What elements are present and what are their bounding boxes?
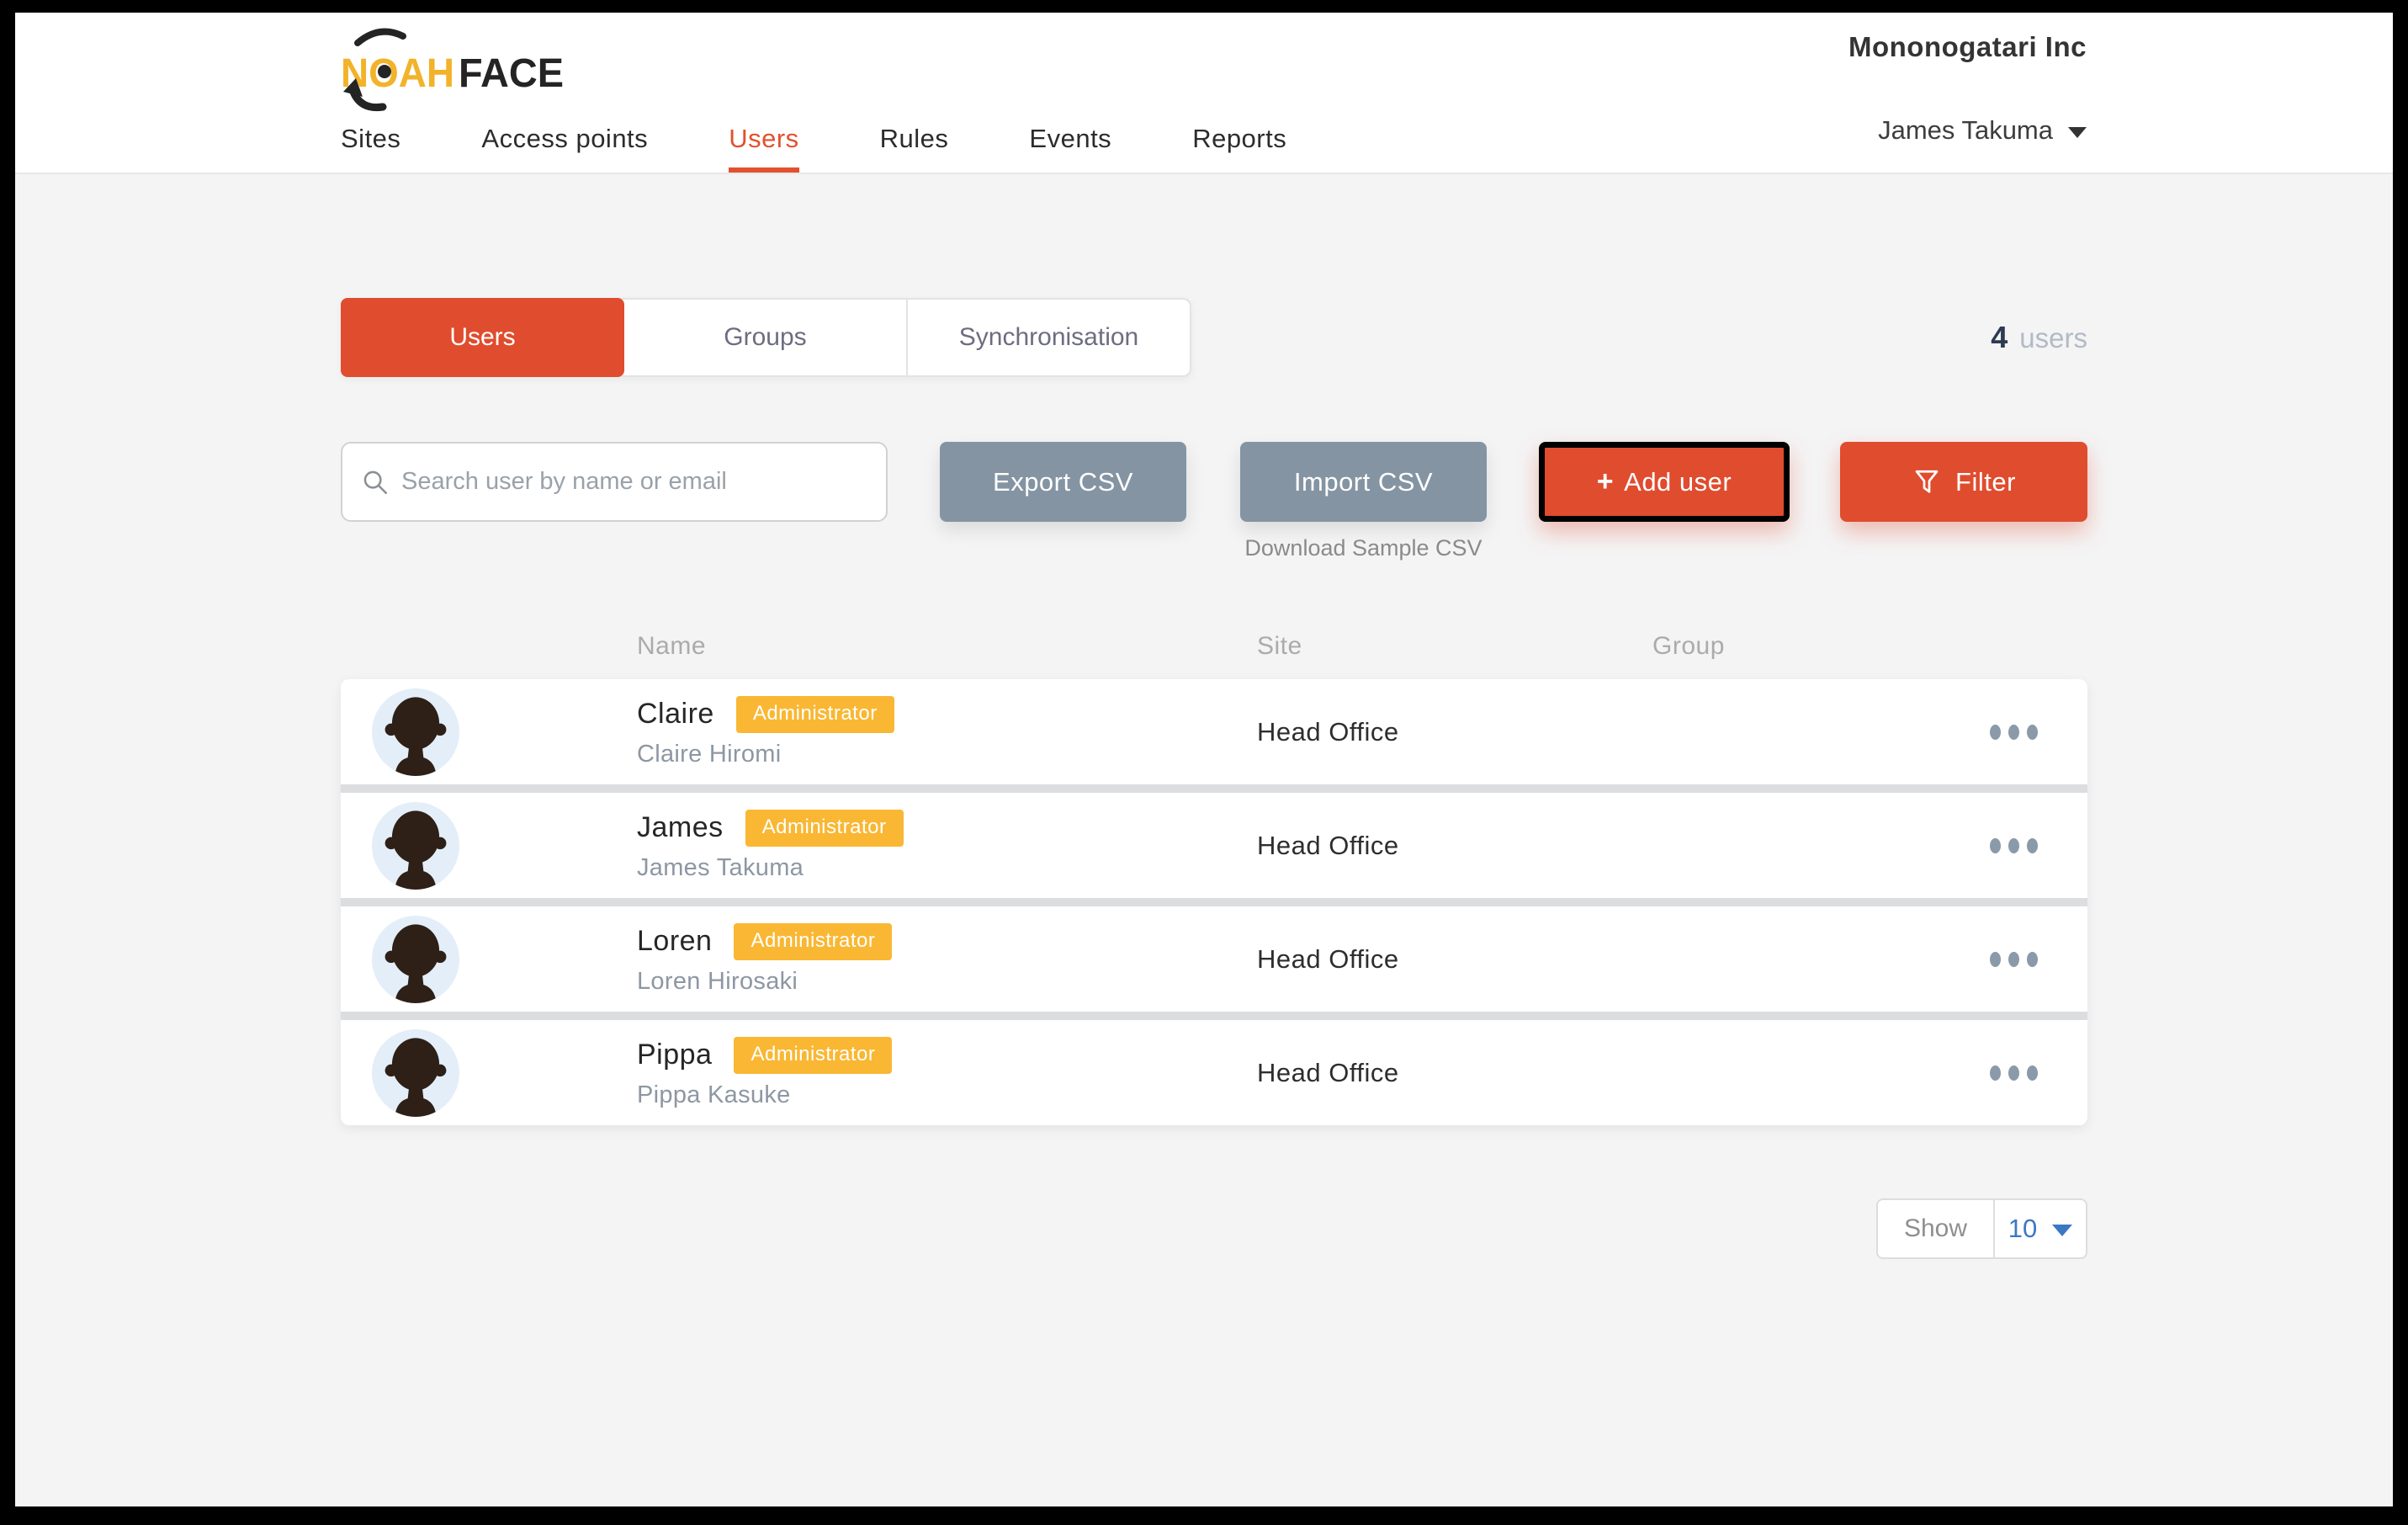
nav-item-events[interactable]: Events <box>1029 124 1111 173</box>
import-csv-button[interactable]: Import CSV <box>1240 442 1487 522</box>
ellipsis-dot <box>1990 1065 2001 1081</box>
user-count-unit: users <box>2019 322 2087 354</box>
user-first-name: Pippa <box>637 1039 712 1071</box>
administrator-badge: Administrator <box>736 696 894 733</box>
user-site: Head Office <box>1257 944 1399 975</box>
company-name: Mononogatari Inc <box>1848 31 2087 63</box>
search-icon <box>361 468 390 497</box>
user-name-cell: Pippa Administrator Pippa Kasuke <box>637 1037 892 1109</box>
administrator-badge: Administrator <box>745 810 904 847</box>
top-header: NOAH FACE Sites Access points Users Rule… <box>15 13 2393 174</box>
ellipsis-dot <box>2027 1065 2038 1081</box>
import-csv-group: Import CSV Download Sample CSV <box>1240 442 1487 561</box>
ellipsis-dot <box>2027 952 2038 967</box>
ellipsis-dot <box>2008 838 2019 853</box>
row-actions-button[interactable] <box>1990 838 2038 853</box>
ellipsis-dot <box>2008 725 2019 740</box>
ellipsis-dot <box>2027 725 2038 740</box>
ellipsis-dot <box>2008 1065 2019 1081</box>
tab-synchronisation[interactable]: Synchronisation <box>906 300 1190 375</box>
nav-item-users[interactable]: Users <box>729 124 798 173</box>
chevron-down-icon <box>2068 127 2087 138</box>
pagination: Show 10 <box>341 1198 2087 1259</box>
avatar <box>372 688 459 776</box>
ellipsis-dot <box>2008 952 2019 967</box>
table-row[interactable]: James Administrator James Takuma Head Of… <box>341 784 2087 898</box>
row-actions-button[interactable] <box>1990 1065 2038 1081</box>
avatar <box>372 802 459 890</box>
table-row[interactable]: Loren Administrator Loren Hirosaki Head … <box>341 898 2087 1012</box>
user-full-name: Loren Hirosaki <box>637 968 892 996</box>
noahface-logo[interactable]: NOAH FACE <box>341 21 576 122</box>
user-name-cell: Loren Administrator Loren Hirosaki <box>637 923 892 996</box>
users-table: Claire Administrator Claire Hiromi Head … <box>341 679 2087 1125</box>
user-full-name: Claire Hiromi <box>637 741 894 768</box>
tab-groups[interactable]: Groups <box>624 300 906 375</box>
ellipsis-dot <box>1990 725 2001 740</box>
filter-label: Filter <box>1955 467 2016 497</box>
user-site: Head Office <box>1257 1058 1399 1088</box>
user-name-cell: Claire Administrator Claire Hiromi <box>637 696 894 768</box>
main-nav: Sites Access points Users Rules Events R… <box>341 124 1286 173</box>
administrator-badge: Administrator <box>734 923 892 960</box>
column-header-group: Group <box>1652 632 1725 661</box>
user-full-name: James Takuma <box>637 854 904 882</box>
user-name-cell: James Administrator James Takuma <box>637 810 904 882</box>
user-count-number: 4 <box>1991 320 2008 355</box>
search-input[interactable] <box>401 468 867 496</box>
export-csv-button[interactable]: Export CSV <box>940 442 1186 522</box>
column-header-name: Name <box>637 632 706 661</box>
show-label: Show <box>1876 1198 1995 1259</box>
add-user-button[interactable]: + Add user <box>1539 442 1790 522</box>
avatar <box>372 1029 459 1117</box>
filter-funnel-icon <box>1912 466 1942 498</box>
user-site: Head Office <box>1257 717 1399 747</box>
nav-item-access-points[interactable]: Access points <box>481 124 648 173</box>
ellipsis-dot <box>1990 952 2001 967</box>
chevron-down-icon <box>2052 1225 2072 1236</box>
tab-users[interactable]: Users <box>341 298 624 377</box>
user-count: 4 users <box>1991 320 2087 355</box>
ellipsis-dot <box>1990 838 2001 853</box>
download-sample-csv-link[interactable]: Download Sample CSV <box>1244 535 1482 561</box>
search-box <box>341 442 888 522</box>
table-header-row: Name Site Group <box>341 632 2087 666</box>
nav-item-reports[interactable]: Reports <box>1192 124 1286 173</box>
ellipsis-dot <box>2027 838 2038 853</box>
user-full-name: Pippa Kasuke <box>637 1081 892 1109</box>
logo-eye-dot <box>378 65 391 78</box>
avatar <box>372 916 459 1003</box>
user-first-name: James <box>637 811 724 844</box>
row-actions-button[interactable] <box>1990 952 2038 967</box>
svg-text:FACE: FACE <box>459 51 564 96</box>
view-tabs: Users Groups Synchronisation <box>341 298 1191 377</box>
main-content: Users Groups Synchronisation 4 users Exp… <box>341 298 2087 1259</box>
table-row[interactable]: Pippa Administrator Pippa Kasuke Head Of… <box>341 1012 2087 1125</box>
page-size-select[interactable]: 10 <box>1995 1198 2087 1259</box>
nav-item-rules[interactable]: Rules <box>880 124 949 173</box>
add-user-label: Add user <box>1624 467 1732 497</box>
user-first-name: Loren <box>637 925 712 958</box>
noahface-logo-graphic: NOAH FACE <box>341 21 576 122</box>
app-window: NOAH FACE Sites Access points Users Rule… <box>15 13 2393 1506</box>
row-actions-button[interactable] <box>1990 725 2038 740</box>
page-size-value: 10 <box>2008 1214 2037 1244</box>
plus-icon: + <box>1597 465 1614 498</box>
table-row[interactable]: Claire Administrator Claire Hiromi Head … <box>341 679 2087 784</box>
column-header-site: Site <box>1257 632 1302 661</box>
user-site: Head Office <box>1257 831 1399 861</box>
administrator-badge: Administrator <box>734 1037 892 1074</box>
user-account-menu[interactable]: James Takuma <box>1878 115 2087 146</box>
filter-button[interactable]: Filter <box>1840 442 2087 522</box>
nav-item-sites[interactable]: Sites <box>341 124 400 173</box>
toolbar: Export CSV Import CSV Download Sample CS… <box>341 442 2087 561</box>
user-account-label: James Takuma <box>1878 115 2053 146</box>
tabs-row: Users Groups Synchronisation 4 users <box>341 298 2087 377</box>
user-first-name: Claire <box>637 698 714 731</box>
logo-eyebrow-arc <box>358 32 403 43</box>
